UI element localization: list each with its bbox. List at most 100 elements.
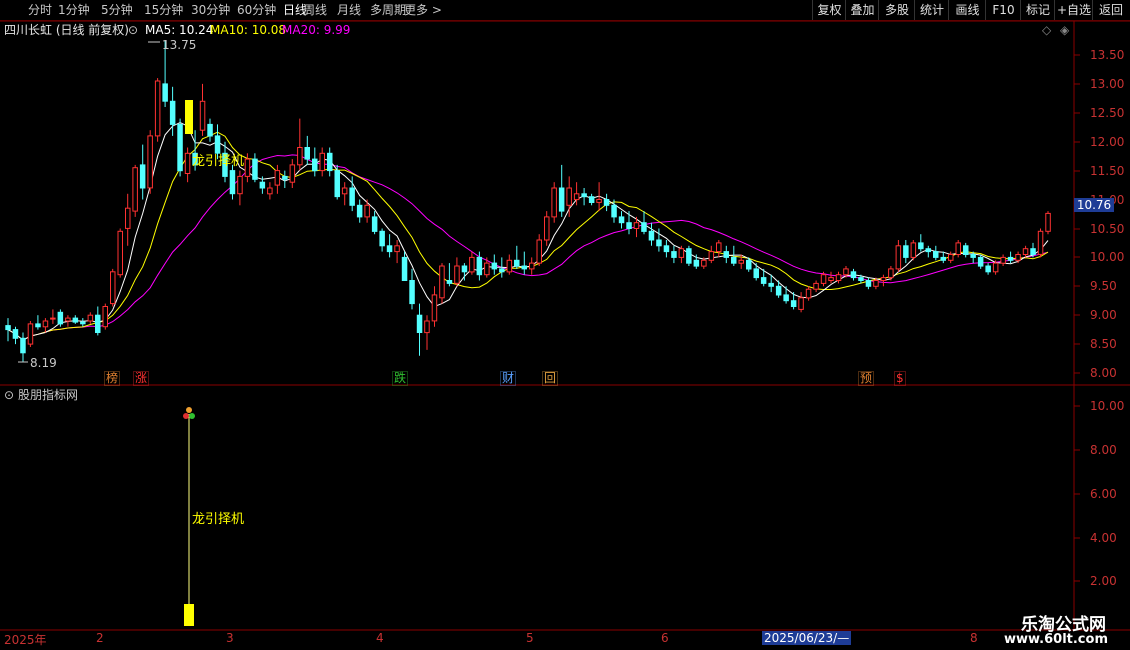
candle-body — [110, 271, 116, 305]
candle-body — [536, 239, 542, 264]
candle-body — [1000, 256, 1006, 264]
candle-body — [506, 259, 513, 273]
candle-body — [963, 245, 969, 256]
candle-body — [416, 314, 423, 334]
price-tick-label: 10.50 — [1090, 222, 1125, 236]
candle-body — [491, 262, 498, 270]
candle-body — [701, 259, 707, 267]
low-price-label: 8.19 — [30, 356, 57, 370]
candle-body — [154, 80, 161, 137]
candle-body — [865, 280, 872, 287]
candle-body — [738, 259, 744, 264]
candle-body — [671, 251, 677, 258]
candle-body — [431, 294, 438, 322]
candle-body — [873, 280, 879, 287]
date-tick-label: 8 — [970, 631, 978, 645]
candle-body — [529, 262, 535, 270]
candle-body — [551, 187, 557, 218]
candle-body — [289, 164, 296, 183]
candle-body — [716, 242, 722, 253]
price-tick-label: 11.50 — [1090, 164, 1125, 178]
signal-dot — [186, 407, 192, 413]
candle-body — [731, 256, 737, 264]
ma5-line — [7, 122, 1049, 341]
candle-body — [139, 164, 146, 189]
candle-body — [80, 321, 86, 325]
candle-body — [663, 245, 670, 253]
candle-body — [125, 207, 131, 229]
candle-body — [910, 242, 917, 258]
candle-body — [985, 265, 991, 273]
candle-body — [992, 262, 999, 273]
candle-body — [521, 265, 527, 270]
candle-body — [371, 216, 378, 232]
candle-body — [461, 265, 468, 273]
candle-body — [304, 147, 310, 160]
candle-body — [723, 251, 729, 258]
event-tag[interactable]: 跌 — [392, 371, 409, 386]
candle-body — [95, 314, 101, 334]
price-tick-label: 13.00 — [1090, 77, 1125, 91]
candle-body — [184, 152, 191, 175]
candle-body — [401, 256, 408, 281]
candle-body — [588, 196, 595, 203]
candle-body — [895, 245, 902, 270]
candle-body — [626, 222, 632, 229]
indicator-tick-label: 10.00 — [1090, 399, 1125, 413]
candle-body — [394, 245, 400, 253]
event-tag[interactable]: 涨 — [133, 371, 150, 386]
indicator-tick-label: 6.00 — [1090, 487, 1117, 501]
candle-body — [132, 167, 138, 212]
candle-body — [469, 256, 475, 273]
candle-body — [1045, 212, 1051, 232]
candle-body — [50, 317, 56, 320]
price-tick-label: 12.00 — [1090, 135, 1125, 149]
indicator-tick-label: 2.00 — [1090, 574, 1117, 588]
candle-body — [1007, 256, 1014, 261]
candle-body — [1022, 248, 1029, 255]
candle-body — [633, 222, 640, 229]
candle-body — [693, 259, 700, 267]
candle-body — [169, 100, 176, 125]
date-tick-label: 2025年 — [4, 633, 47, 647]
event-tag[interactable]: $ — [894, 371, 906, 386]
sub-signal-bar — [184, 604, 194, 626]
candle-body — [65, 317, 71, 322]
candle-body — [940, 256, 946, 261]
candle-body — [297, 147, 303, 166]
candle-body — [708, 251, 715, 261]
candle-body — [57, 311, 64, 325]
candle-body — [835, 274, 842, 282]
event-tag[interactable]: 回 — [542, 371, 559, 386]
signal-dot — [183, 413, 189, 419]
candle-body — [1030, 248, 1036, 255]
candle-body — [27, 323, 34, 345]
event-tag[interactable]: 财 — [500, 371, 517, 386]
candle-body — [603, 199, 610, 206]
candle-body — [386, 245, 393, 253]
date-tick-label: 2 — [96, 631, 104, 645]
watermark-url: www.60lt.com — [1003, 632, 1108, 647]
candle-body — [87, 314, 94, 322]
event-tag[interactable]: 预 — [858, 371, 875, 386]
price-tick-label: 8.00 — [1090, 366, 1117, 380]
candle-body — [641, 222, 647, 232]
date-tick-label: 2025/06/23/— — [762, 631, 852, 645]
candle-body — [544, 216, 550, 241]
candle-body — [783, 294, 789, 302]
main-signal-text: 龙引择机 — [192, 154, 245, 169]
candle-body — [274, 170, 281, 186]
candle-body — [409, 280, 415, 305]
candle-body — [424, 320, 430, 334]
candle-body — [686, 248, 692, 264]
candle-body — [364, 204, 370, 218]
candlestick-chart[interactable] — [0, 0, 1130, 650]
candle-body — [611, 204, 617, 218]
event-tag[interactable]: 榜 — [104, 371, 121, 386]
candle-body — [35, 323, 41, 328]
date-tick-label: 3 — [226, 631, 234, 645]
candle-body — [446, 280, 453, 284]
price-tick-label: 10.00 — [1090, 250, 1125, 264]
candle-body — [237, 175, 243, 195]
candle-body — [858, 277, 864, 282]
